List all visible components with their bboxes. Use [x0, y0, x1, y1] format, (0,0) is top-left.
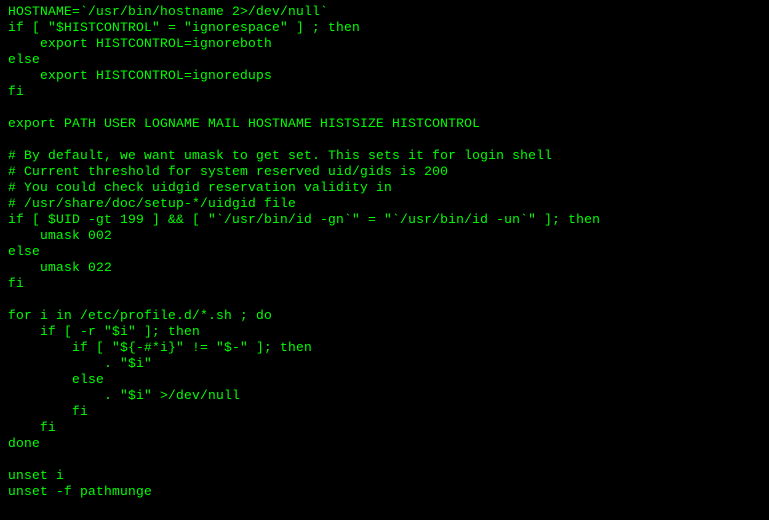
terminal-output: HOSTNAME=`/usr/bin/hostname 2>/dev/null`… — [8, 4, 761, 500]
